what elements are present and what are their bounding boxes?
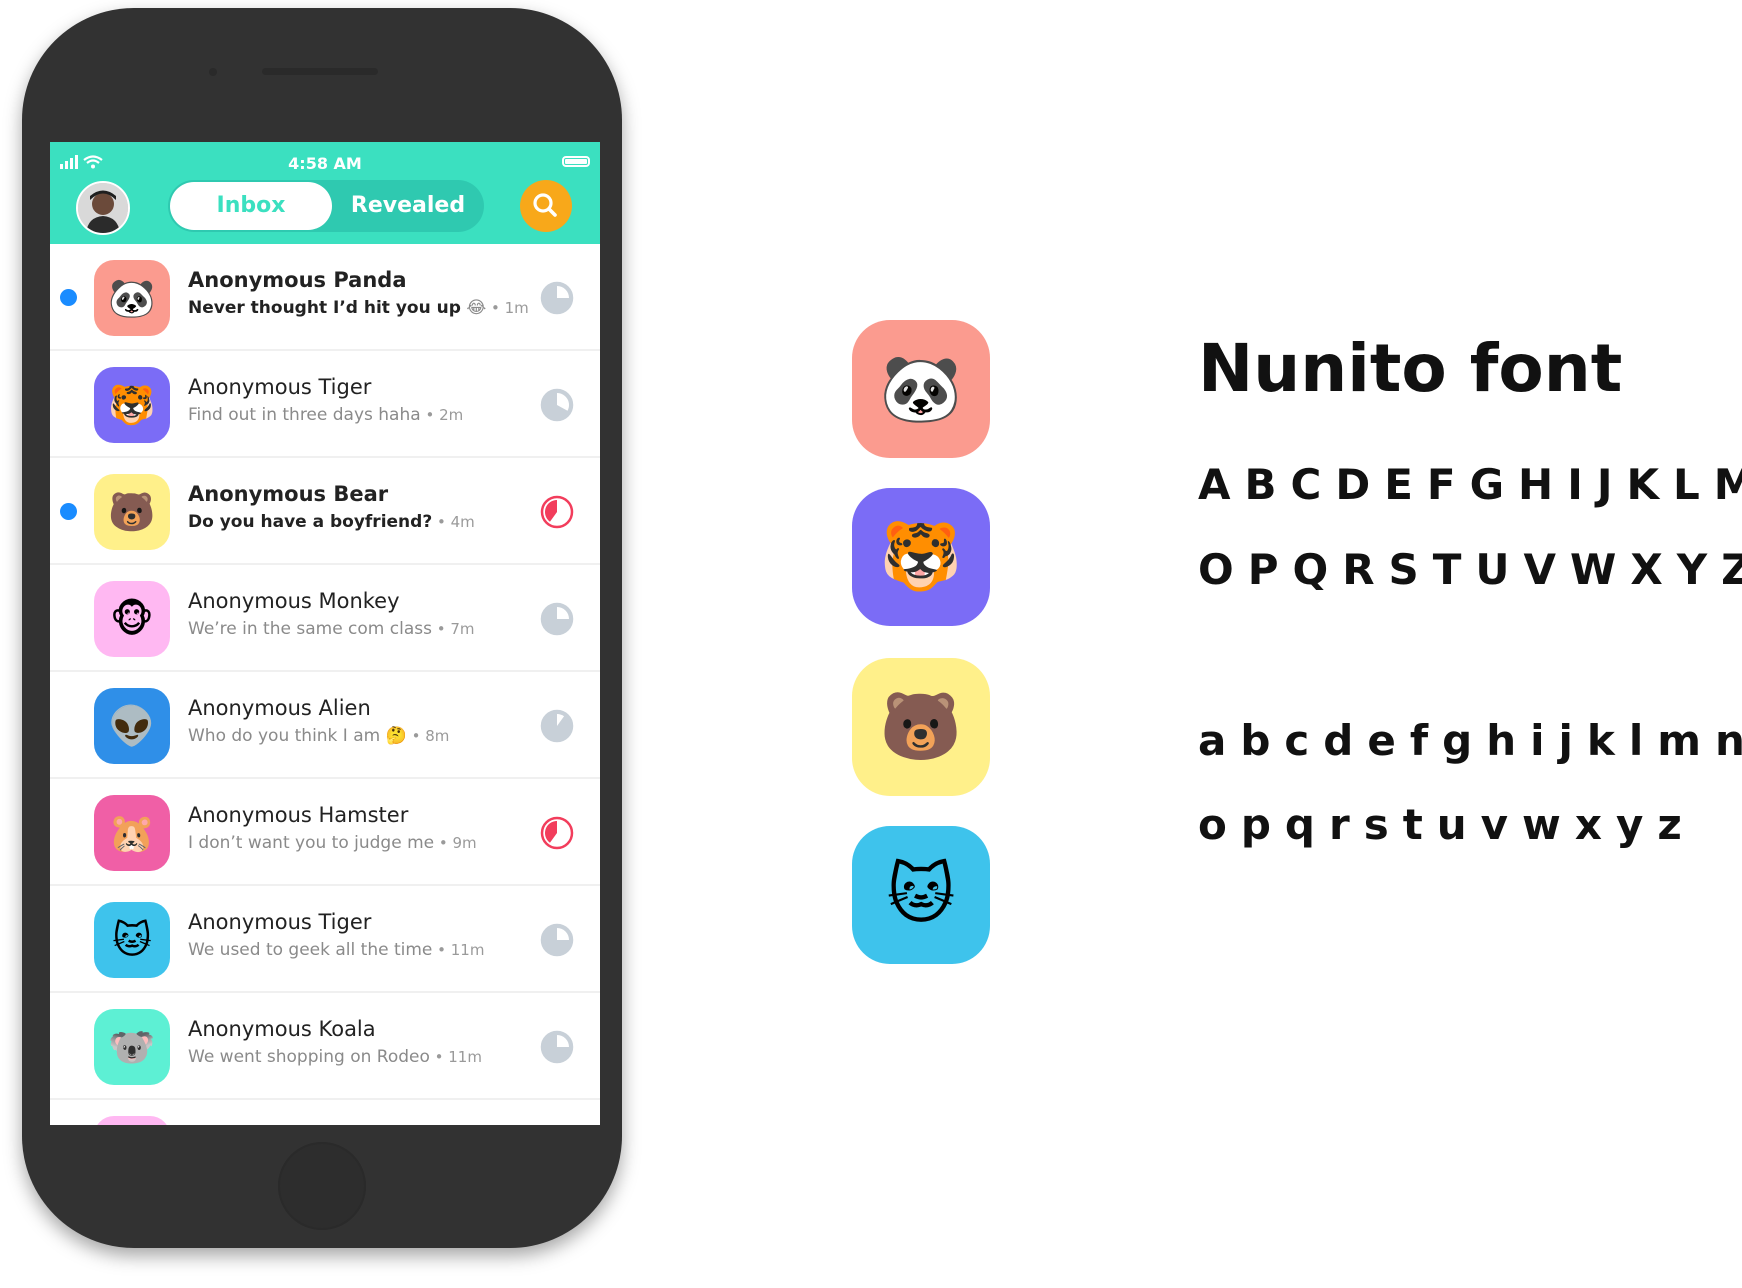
message-time: 11m xyxy=(448,1048,482,1066)
tab-inbox[interactable]: Inbox xyxy=(170,182,332,230)
profile-avatar[interactable] xyxy=(76,181,130,235)
animal-avatar-icon: 🐱 xyxy=(94,902,170,978)
app-header: 4:58 AM Inbox Revealed xyxy=(50,142,600,244)
phone-frame: 4:58 AM Inbox Revealed 🐼 Anonymous Panda… xyxy=(22,8,622,1248)
bullet-separator: • xyxy=(432,513,451,531)
message-row[interactable]: 🐨 Anonymous Koala We went shopping on Rode… xyxy=(50,993,600,1100)
uppercase-line-1: ABCDEFGHIJKLMN xyxy=(1198,460,1742,509)
message-preview: We’re in the same com class • 7m xyxy=(188,619,475,639)
message-time: 7m xyxy=(450,620,475,638)
message-text: Do you have a boyfriend? xyxy=(188,512,433,532)
bullet-separator: • xyxy=(431,620,451,638)
message-emoji: 😂 xyxy=(466,298,487,318)
expiry-timer-icon xyxy=(540,602,574,636)
front-camera xyxy=(209,68,217,76)
unread-dot xyxy=(60,289,77,306)
animal-avatar-icon: 👽 xyxy=(94,688,170,764)
uppercase-line-2: OPQRSTUVWXYZ xyxy=(1198,545,1742,594)
message-text: We went shopping on Rodeo xyxy=(188,1047,430,1067)
search-icon xyxy=(533,193,557,217)
expiry-timer-icon xyxy=(540,816,574,850)
message-row[interactable]: 🐼 Anonymous Panda Never thought I’d hit yo… xyxy=(50,244,600,351)
message-text: Who do you think I am xyxy=(188,726,381,746)
message-row[interactable]: 👽 Anonymous Alien Who do you think I am 🤔 … xyxy=(50,672,600,779)
message-list: 🐼 Anonymous Panda Never thought I’d hit yo… xyxy=(50,244,600,1125)
message-text: Never thought I’d hit you up xyxy=(188,298,461,318)
sender-name: Anonymous Hamster xyxy=(188,803,409,827)
bullet-separator: • xyxy=(420,406,440,424)
message-row[interactable]: 🐵 Anonymous Monkey We’re in the same com c… xyxy=(50,565,600,672)
message-time: 8m xyxy=(425,727,450,745)
lowercase-line-2: opqrstuvwxyz xyxy=(1198,800,1696,849)
animal-avatar-icon xyxy=(94,1116,170,1125)
earpiece-speaker xyxy=(262,68,378,75)
expiry-timer-icon xyxy=(540,923,574,957)
message-text: Find out in three days haha xyxy=(188,405,421,425)
tab-revealed[interactable]: Revealed xyxy=(334,182,482,230)
message-preview: Who do you think I am 🤔 • 8m xyxy=(188,726,449,746)
message-time: 2m xyxy=(439,406,464,424)
home-button[interactable] xyxy=(278,1142,366,1230)
message-preview: I don’t want you to judge me • 9m xyxy=(188,833,477,853)
search-button[interactable] xyxy=(520,180,572,232)
sender-name: Anonymous Tiger xyxy=(188,910,372,934)
expiry-timer-icon xyxy=(540,709,574,743)
showcase-animal-icon: 🐼 xyxy=(852,320,990,458)
showcase-animal-icon: 🐱 xyxy=(852,826,990,964)
animal-avatar-icon: 🐵 xyxy=(94,581,170,657)
expiry-timer-icon xyxy=(540,1030,574,1064)
bullet-separator: • xyxy=(429,1048,449,1066)
animal-avatar-icon: 🐻 xyxy=(94,474,170,550)
message-text: We’re in the same com class xyxy=(188,619,432,639)
message-preview: Never thought I’d hit you up 😂 • 1m xyxy=(188,298,529,318)
message-preview: We used to geek all the time • 11m xyxy=(188,940,484,960)
bullet-separator: • xyxy=(434,834,453,852)
sender-name: Anonymous Tiger xyxy=(188,375,372,399)
battery-icon xyxy=(562,156,590,167)
message-row[interactable]: 🐹 Anonymous Hamster I don’t want you to ju… xyxy=(50,779,600,886)
message-preview: Do you have a boyfriend? • 4m xyxy=(188,512,475,532)
unread-dot xyxy=(60,503,77,520)
expiry-timer-icon xyxy=(540,495,574,529)
bullet-separator: • xyxy=(486,299,505,317)
sender-name: Anonymous Alien xyxy=(188,696,371,720)
message-preview: Find out in three days haha • 2m xyxy=(188,405,463,425)
message-time: 1m xyxy=(504,299,529,317)
animal-avatar-icon: 🐯 xyxy=(94,367,170,443)
message-row[interactable]: 🐯 Anonymous Tiger Find out in three days h… xyxy=(50,351,600,458)
showcase-animal-icon: 🐯 xyxy=(852,488,990,626)
sender-name: Anonymous Monkey xyxy=(188,589,400,613)
animal-avatar-icon: 🐼 xyxy=(94,260,170,336)
expiry-timer-icon xyxy=(540,281,574,315)
showcase-animal-icon: 🐻 xyxy=(852,658,990,796)
lowercase-line-1: abcdefghijklmn xyxy=(1198,716,1742,765)
font-title: Nunito font xyxy=(1198,330,1623,407)
animal-avatar-icon: 🐹 xyxy=(94,795,170,871)
expiry-timer-icon xyxy=(540,388,574,422)
sender-name: Anonymous Panda xyxy=(188,268,407,292)
animal-avatar-icon: 🐨 xyxy=(94,1009,170,1085)
bullet-separator: • xyxy=(432,941,451,959)
message-time: 9m xyxy=(452,834,477,852)
message-time: 4m xyxy=(450,513,475,531)
phone-screen: 4:58 AM Inbox Revealed 🐼 Anonymous Panda… xyxy=(50,142,600,1125)
sender-name: Anonymous Koala xyxy=(188,1017,376,1041)
message-row[interactable]: 🐻 Anonymous Bear Do you have a boyfriend? … xyxy=(50,458,600,565)
message-preview: We went shopping on Rodeo • 11m xyxy=(188,1047,482,1067)
avatar-photo xyxy=(78,183,128,233)
inbox-revealed-segmented-control: Inbox Revealed xyxy=(168,180,484,232)
message-row[interactable]: 🐱 Anonymous Tiger We used to geek all the … xyxy=(50,886,600,993)
message-emoji: 🤔 xyxy=(385,726,407,746)
message-text: I don’t want you to judge me xyxy=(188,833,435,853)
message-text: We used to geek all the time xyxy=(188,940,433,960)
message-row-partial[interactable] xyxy=(50,1100,600,1125)
sender-name: Anonymous Bear xyxy=(188,482,389,506)
bullet-separator: • xyxy=(406,727,426,745)
status-time: 4:58 AM xyxy=(288,154,362,173)
message-time: 11m xyxy=(450,941,485,959)
